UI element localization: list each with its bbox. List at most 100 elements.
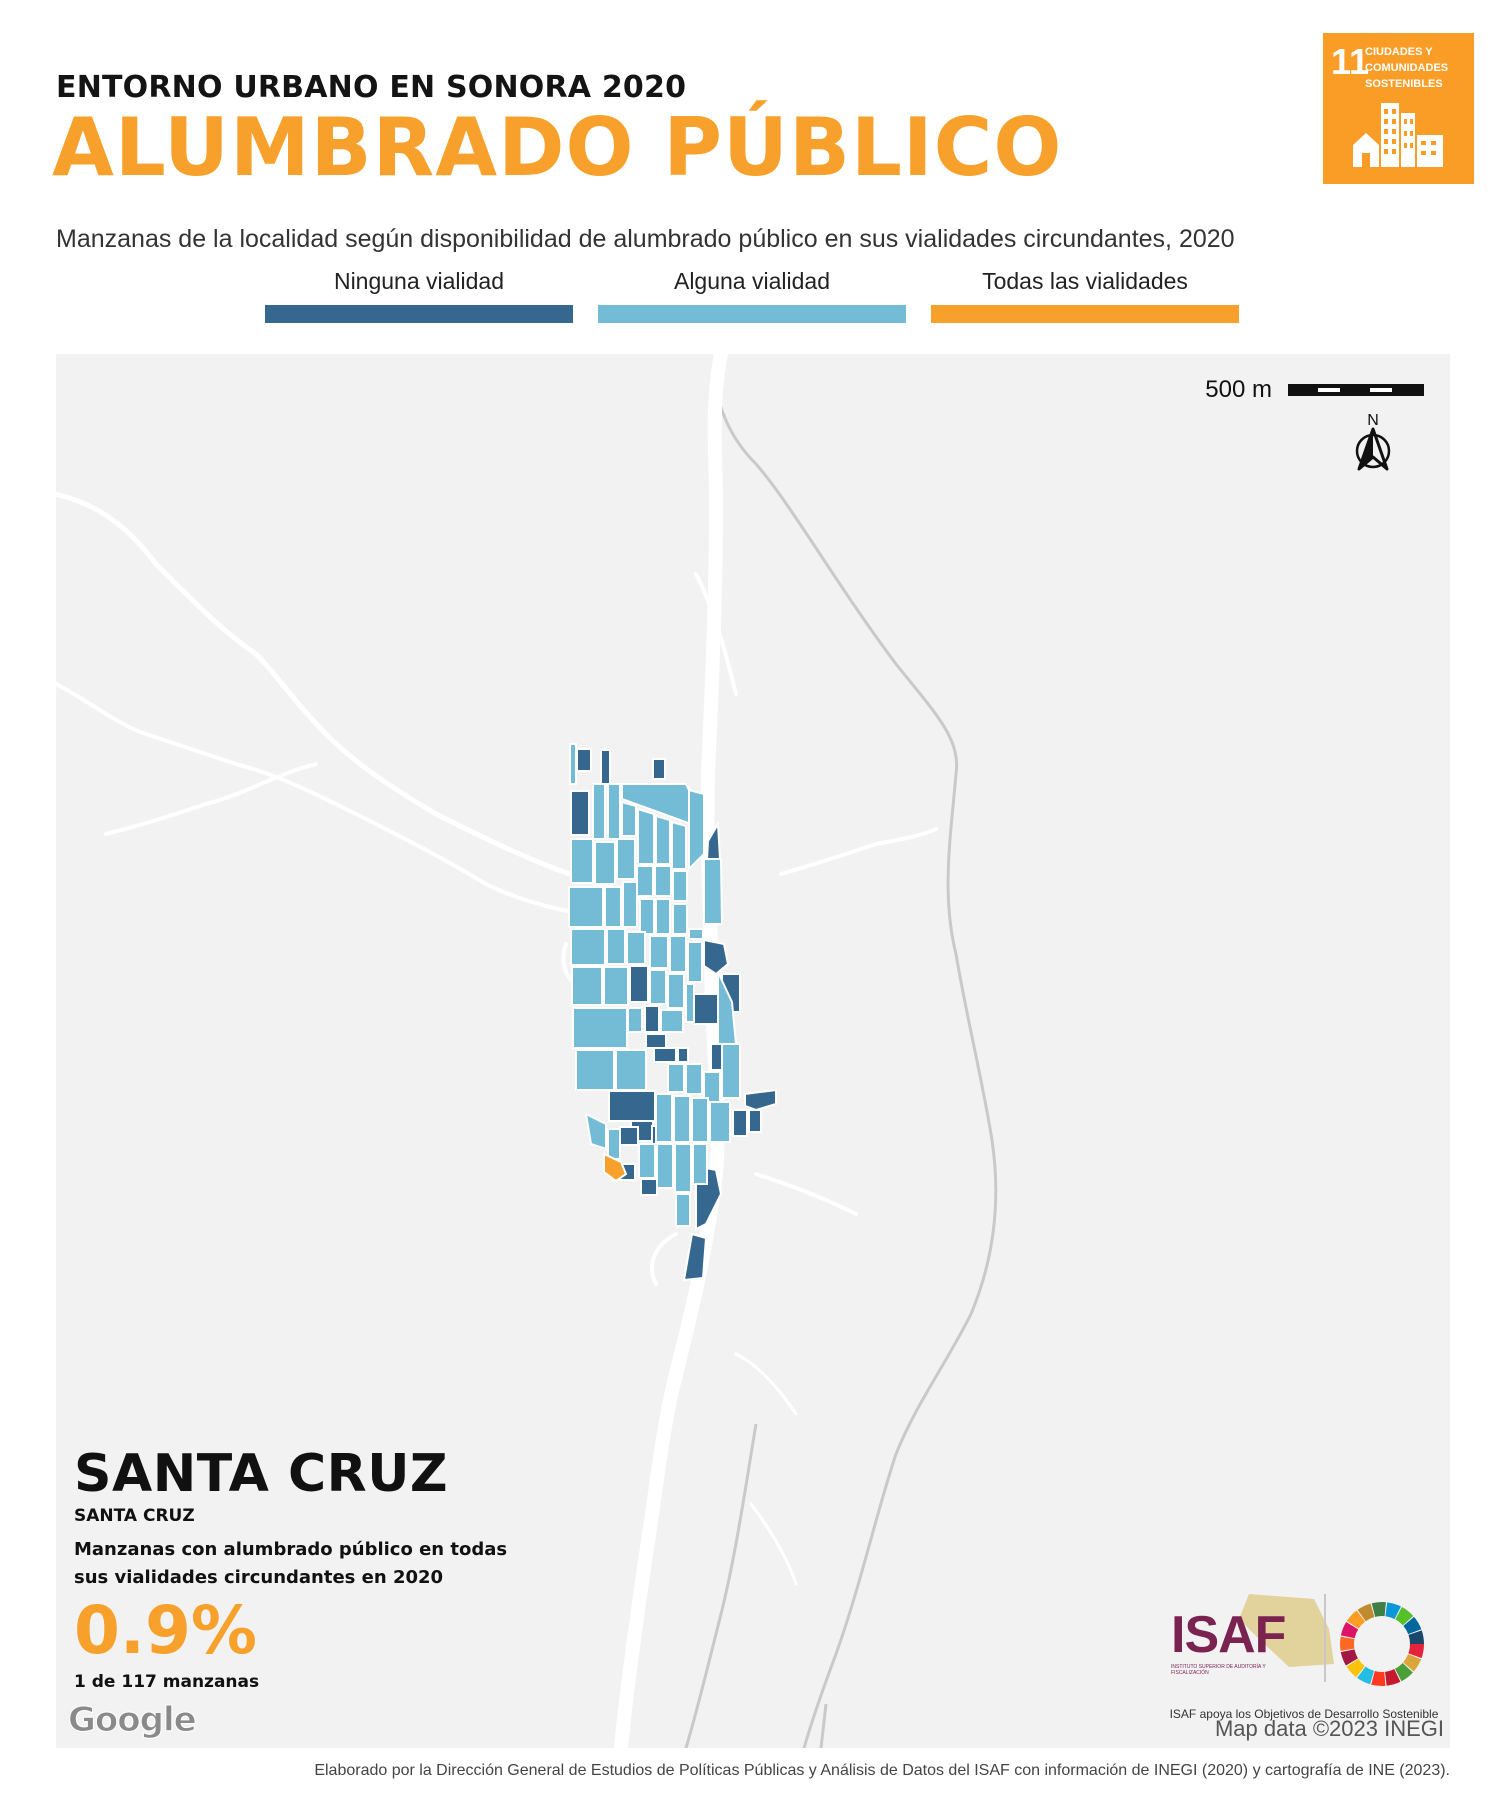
block-alguna [654, 865, 672, 897]
logo-divider [1324, 1594, 1326, 1682]
block-ninguna [682, 1232, 708, 1282]
legend-label: Todas las vialidades [982, 268, 1188, 294]
block-alguna [568, 886, 604, 928]
municipality-name: SANTA CRUZ [74, 1444, 449, 1504]
summary-description: Manzanas con alumbrado público en todas … [74, 1539, 508, 1588]
block-ninguna [652, 758, 666, 780]
block-alguna [688, 788, 705, 872]
sdg-number: 11 [1331, 41, 1370, 82]
block-alguna [569, 743, 577, 785]
sdg-wheel-icon [1340, 1602, 1424, 1686]
block-alguna [672, 870, 688, 902]
legend: Ninguna vialidad Alguna vialidad Todas l… [0, 268, 1500, 328]
block-alguna [667, 1063, 685, 1093]
isaf-logo-block: ISAF INSTITUTO SUPERIOR DE AUDITORÍA Y F… [1159, 1589, 1449, 1721]
block-alguna [685, 983, 695, 1023]
footer-credit: Elaborado por la Dirección General de Es… [314, 1762, 1450, 1779]
block-alguna [660, 1009, 684, 1033]
block-count: 1 de 117 manzanas [74, 1671, 260, 1692]
map-panel[interactable]: 500 m N SANTA CRUZ SANTA CRUZ Manzanas c… [56, 354, 1450, 1748]
block-alguna [604, 886, 622, 928]
block-alguna [638, 1143, 656, 1179]
block-alguna [692, 1143, 708, 1185]
page-title: ALUMBRADO PÚBLICO [52, 101, 1063, 194]
block-alguna [687, 941, 703, 983]
city-blocks[interactable] [568, 743, 777, 1282]
block-ninguna [629, 965, 649, 1003]
block-alguna [721, 1043, 741, 1099]
block-alguna [673, 1095, 691, 1143]
block-alguna [655, 898, 671, 935]
block-alguna [607, 1128, 621, 1160]
block-ninguna [576, 748, 592, 772]
legend-item-alguna: Alguna vialidad [598, 268, 906, 323]
supertitle: ENTORNO URBANO EN SONORA 2020 [56, 70, 687, 105]
block-ninguna [703, 938, 730, 976]
scale-bar: 500 m [1205, 376, 1424, 404]
scale-bar-graphic [1288, 384, 1424, 396]
block-ninguna [600, 749, 611, 785]
block-alguna [667, 973, 685, 1009]
block-alguna [584, 1112, 607, 1151]
scale-label: 500 m [1205, 376, 1272, 403]
legend-swatch [931, 305, 1239, 323]
block-alguna [570, 928, 606, 966]
block-alguna [627, 1007, 643, 1033]
block-ninguna [693, 993, 719, 1025]
block-alguna [691, 1097, 709, 1143]
block-ninguna [653, 1047, 677, 1063]
block-ninguna [640, 1178, 658, 1196]
block-ninguna [748, 1109, 762, 1133]
legend-item-ninguna: Ninguna vialidad [265, 268, 573, 323]
block-ninguna [644, 1005, 660, 1033]
block-ninguna [645, 1033, 667, 1049]
locality-name: SANTA CRUZ [74, 1506, 195, 1526]
block-alguna [626, 931, 646, 965]
block-alguna [622, 881, 638, 928]
north-arrow-icon: N [1355, 412, 1391, 471]
block-alguna [639, 898, 655, 935]
block-alguna [674, 1143, 692, 1193]
legend-label: Ninguna vialidad [333, 268, 505, 294]
isaf-wordmark: ISAF [1171, 1606, 1286, 1664]
block-alguna [571, 966, 603, 1006]
block-alguna [606, 928, 626, 965]
block-alguna [685, 1063, 703, 1095]
block-alguna [656, 1143, 674, 1189]
block-alguna [655, 814, 671, 865]
block-ninguna [570, 790, 590, 836]
summary-panel: SANTA CRUZ SANTA CRUZ Manzanas con alumb… [74, 1444, 544, 1692]
block-ninguna [619, 1126, 639, 1146]
block-alguna [703, 858, 724, 925]
block-ninguna [744, 1088, 777, 1112]
block-alguna [572, 1007, 628, 1049]
block-alguna [607, 783, 621, 840]
north-label: N [1367, 412, 1379, 429]
percentage-value: 0.9% [74, 1591, 258, 1669]
block-alguna [636, 865, 654, 897]
legend-item-todas: Todas las vialidades [931, 268, 1239, 323]
block-alguna [671, 820, 687, 870]
block-alguna [655, 1093, 673, 1143]
block-alguna [615, 1049, 647, 1091]
block-ninguna [608, 1090, 656, 1122]
block-alguna [594, 841, 616, 885]
block-alguna [672, 903, 688, 935]
block-alguna [616, 838, 636, 880]
block-alguna [637, 807, 655, 865]
block-alguna [688, 928, 704, 940]
legend-swatch [265, 305, 573, 323]
isaf-subtitle: INSTITUTO SUPERIOR DE AUDITORÍA Y FISCAL… [1171, 1664, 1266, 1676]
block-alguna [649, 935, 669, 969]
block-alguna [575, 1049, 615, 1091]
block-alguna [649, 969, 667, 1005]
block-alguna [621, 800, 637, 837]
city-buildings-icon [1353, 103, 1443, 167]
legend-label: Alguna vialidad [673, 268, 830, 294]
block-alguna [592, 783, 606, 840]
block-alguna [603, 966, 629, 1006]
block-alguna [570, 838, 594, 884]
sdg-11-badge: 11 CIUDADES Y COMUNIDADES SOSTENIBLES [1323, 33, 1474, 184]
block-ninguna [677, 1047, 689, 1063]
legend-swatch [598, 305, 906, 323]
